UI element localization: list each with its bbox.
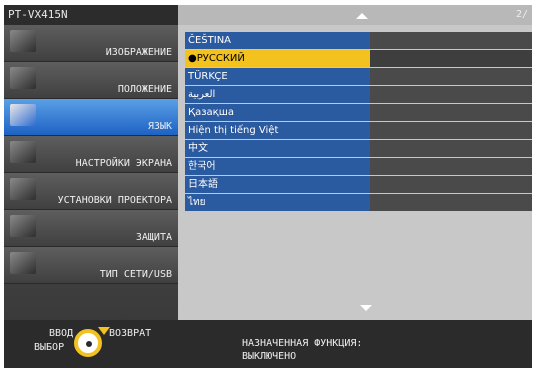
sidebar-item-label: ЗАЩИТА bbox=[135, 232, 172, 243]
scroll-up-icon[interactable] bbox=[356, 13, 368, 19]
model-title: PT-VX415N bbox=[4, 5, 178, 25]
sidebar-item-position[interactable]: ПОЛОЖЕНИЕ bbox=[4, 62, 178, 99]
sidebar-item-label: ПОЛОЖЕНИЕ bbox=[117, 84, 172, 95]
language-option[interactable]: العربية bbox=[185, 86, 532, 103]
row-background bbox=[370, 50, 532, 67]
language-option[interactable]: 中文 bbox=[185, 140, 532, 157]
language-option[interactable]: ČEŠTINA bbox=[185, 32, 532, 49]
sidebar-item-projector-setup[interactable]: УСТАНОВКИ ПРОЕКТОРА bbox=[4, 173, 178, 210]
language-option[interactable]: 日本語 bbox=[185, 176, 532, 193]
enter-label: ВВОД bbox=[49, 328, 74, 339]
language-label: 日本語 bbox=[185, 176, 370, 193]
assigned-function-value: ВЫКЛЮЧЕНО bbox=[242, 351, 297, 362]
sidebar-item-network[interactable]: ТИП СЕТИ/USB bbox=[4, 247, 178, 284]
picture-icon bbox=[10, 30, 36, 52]
language-label: Hiện thị tiếng Việt bbox=[185, 122, 370, 139]
pad-center-dot bbox=[86, 341, 92, 347]
menu-frame: PT-VX415N ИЗОБРАЖЕНИЕ ПОЛОЖЕНИЕ ЯЗЫК НАС… bbox=[4, 5, 532, 368]
row-background bbox=[370, 86, 532, 103]
language-option[interactable]: Қазақша bbox=[185, 104, 532, 121]
language-label: العربية bbox=[185, 86, 370, 103]
sidebar-item-language[interactable]: ЯЗЫК bbox=[4, 99, 178, 136]
row-background bbox=[370, 122, 532, 139]
page-indicator: 2/ bbox=[515, 9, 528, 20]
sidebar-item-picture[interactable]: ИЗОБРАЖЕНИЕ bbox=[4, 25, 178, 62]
sidebar-item-label: ИЗОБРАЖЕНИЕ bbox=[105, 47, 172, 58]
sidebar-item-label: НАСТРОЙКИ ЭКРАНА bbox=[75, 158, 172, 169]
row-background bbox=[370, 158, 532, 175]
language-option[interactable]: Hiện thị tiếng Việt bbox=[185, 122, 532, 139]
wrench-icon bbox=[10, 178, 36, 200]
language-label: TÜRKÇE bbox=[185, 68, 370, 85]
row-background bbox=[370, 32, 532, 49]
language-option[interactable]: TÜRKÇE bbox=[185, 68, 532, 85]
language-list: ČEŠTINA ●РУССКИЙ TÜRKÇE العربية Қазақша bbox=[185, 32, 532, 212]
sidebar-item-label: УСТАНОВКИ ПРОЕКТОРА bbox=[57, 195, 172, 206]
row-background bbox=[370, 104, 532, 121]
assigned-function-label: НАЗНАЧЕННАЯ ФУНКЦИЯ: bbox=[242, 338, 363, 349]
language-option-selected[interactable]: ●РУССКИЙ bbox=[185, 50, 532, 67]
network-icon bbox=[10, 252, 36, 274]
display-icon bbox=[10, 141, 36, 163]
language-label: ČEŠTINA bbox=[185, 32, 370, 49]
select-label: ВЫБОР bbox=[34, 342, 65, 353]
content-panel: 2/ ČEŠTINA ●РУССКИЙ TÜRKÇE العربية Қазақ… bbox=[178, 5, 532, 320]
lock-icon bbox=[10, 215, 36, 237]
position-icon bbox=[10, 67, 36, 89]
language-option[interactable]: 한국어 bbox=[185, 158, 532, 175]
sidebar-item-display[interactable]: НАСТРОЙКИ ЭКРАНА bbox=[4, 136, 178, 173]
sidebar: ИЗОБРАЖЕНИЕ ПОЛОЖЕНИЕ ЯЗЫК НАСТРОЙКИ ЭКР… bbox=[4, 25, 178, 320]
footer-bar: ВВОД ВЫБОР ВОЗВРАТ НАЗНАЧЕННАЯ ФУНКЦИЯ: … bbox=[4, 320, 532, 368]
language-icon bbox=[10, 104, 36, 126]
sidebar-item-label: ТИП СЕТИ/USB bbox=[99, 269, 172, 280]
row-background bbox=[370, 140, 532, 157]
row-background bbox=[370, 68, 532, 85]
sidebar-item-label: ЯЗЫК bbox=[147, 121, 172, 132]
content-top-bar: 2/ bbox=[178, 5, 532, 25]
language-label: ไทย bbox=[185, 194, 370, 211]
return-label: ВОЗВРАТ bbox=[109, 328, 152, 339]
scroll-down-icon[interactable] bbox=[360, 305, 372, 311]
language-label: 中文 bbox=[185, 140, 370, 157]
row-background bbox=[370, 194, 532, 211]
language-option[interactable]: ไทย bbox=[185, 194, 532, 211]
row-background bbox=[370, 176, 532, 193]
sidebar-item-security[interactable]: ЗАЩИТА bbox=[4, 210, 178, 247]
language-label: ●РУССКИЙ bbox=[185, 50, 370, 67]
language-label: Қазақша bbox=[185, 104, 370, 121]
projector-menu-screen: PT-VX415N ИЗОБРАЖЕНИЕ ПОЛОЖЕНИЕ ЯЗЫК НАС… bbox=[0, 0, 535, 374]
language-label: 한국어 bbox=[185, 158, 370, 175]
